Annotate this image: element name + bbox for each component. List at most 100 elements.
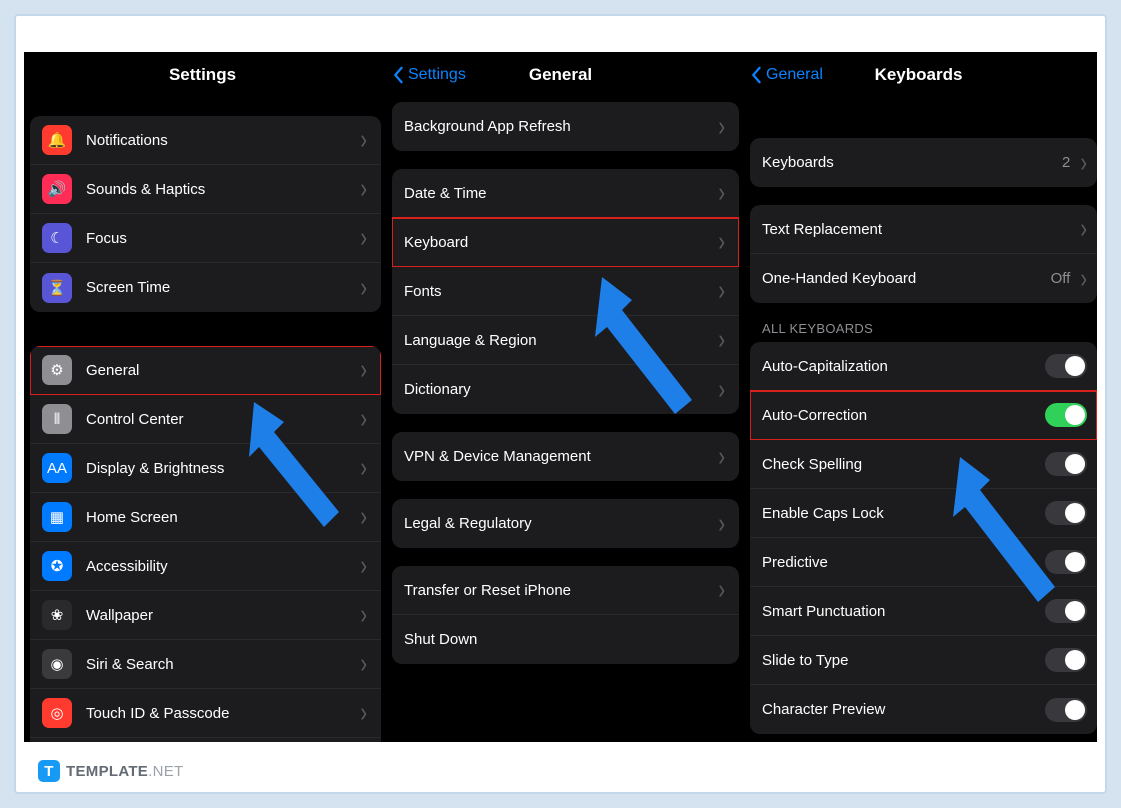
panels-container: Settings 🔔Notifications›🔊Sounds & Haptic… [24, 52, 1097, 742]
toggle-row: Enable Caps Lock [750, 489, 1097, 538]
chevron-right-icon: › [360, 224, 367, 252]
settings-row[interactable]: ◉Siri & Search› [30, 640, 381, 689]
settings-row[interactable]: Text Replacement› [750, 205, 1097, 254]
settings-row[interactable]: Dictionary› [392, 365, 739, 414]
toggle-knob [1065, 650, 1085, 670]
row-label: General [86, 362, 360, 379]
row-label: Legal & Regulatory [404, 515, 718, 532]
row-label: Text Replacement [762, 221, 1080, 238]
gear-icon: ⚙ [42, 355, 72, 385]
settings-row[interactable]: ▦Home Screen› [30, 493, 381, 542]
moon-icon: ☾ [42, 223, 72, 253]
settings-row[interactable]: SOSEmergency SOS› [30, 738, 381, 742]
row-label: One-Handed Keyboard [762, 270, 1051, 287]
general-group-0: Background App Refresh› [392, 102, 739, 151]
settings-row[interactable]: Keyboard› [392, 218, 739, 267]
settings-row[interactable]: Keyboards2› [750, 138, 1097, 187]
settings-row[interactable]: ⫴Control Center› [30, 395, 381, 444]
toggle-switch[interactable] [1045, 698, 1087, 722]
chevron-right-icon: › [360, 175, 367, 203]
row-label: Display & Brightness [86, 460, 360, 477]
settings-row[interactable]: 🔔Notifications› [30, 116, 381, 165]
back-to-general[interactable]: General [750, 66, 823, 84]
settings-row[interactable]: ✪Accessibility› [30, 542, 381, 591]
chevron-right-icon: › [718, 376, 725, 404]
row-label: Smart Punctuation [762, 603, 1045, 620]
row-label: Slide to Type [762, 652, 1045, 669]
chevron-right-icon: › [360, 126, 367, 154]
chevron-right-icon: › [718, 443, 725, 471]
settings-row[interactable]: Background App Refresh› [392, 102, 739, 151]
chevron-right-icon: › [360, 699, 367, 727]
chevron-right-icon: › [360, 405, 367, 433]
watermark: T TEMPLATE.NET [38, 760, 184, 782]
toggle-switch[interactable] [1045, 599, 1087, 623]
settings-row[interactable]: ◎Touch ID & Passcode› [30, 689, 381, 738]
chevron-right-icon: › [718, 228, 725, 256]
toggle-row: Predictive [750, 538, 1097, 587]
row-label: Focus [86, 230, 360, 247]
toggle-knob [1065, 356, 1085, 376]
chevron-right-icon: › [718, 510, 725, 538]
toggle-knob [1065, 454, 1085, 474]
chevron-right-icon: › [360, 274, 367, 302]
back-to-settings[interactable]: Settings [392, 66, 466, 84]
chevron-right-icon: › [1080, 265, 1087, 293]
settings-row[interactable]: Shut Down [392, 615, 739, 664]
row-label: Background App Refresh [404, 118, 718, 135]
general-group-1: Date & Time›Keyboard›Fonts›Language & Re… [392, 169, 739, 414]
toggle-switch[interactable] [1045, 452, 1087, 476]
settings-row[interactable]: Fonts› [392, 267, 739, 316]
settings-title: Settings [24, 65, 381, 85]
chevron-right-icon: › [360, 552, 367, 580]
chevron-right-icon: › [360, 454, 367, 482]
settings-row[interactable]: ⏳Screen Time› [30, 263, 381, 312]
settings-row[interactable]: VPN & Device Management› [392, 432, 739, 481]
row-value: Off [1051, 270, 1071, 287]
settings-row[interactable]: Transfer or Reset iPhone› [392, 566, 739, 615]
section-all-keyboards: ALL KEYBOARDS [740, 303, 1097, 342]
row-value: 2 [1062, 154, 1070, 171]
row-label: Auto-Correction [762, 407, 1045, 424]
chevron-right-icon: › [360, 650, 367, 678]
toggle-row: Auto-Correction [750, 391, 1097, 440]
settings-header: Settings [24, 52, 381, 98]
row-label: Wallpaper [86, 607, 360, 624]
settings-row[interactable]: ⚙ General› [30, 346, 381, 395]
row-label: Date & Time [404, 185, 718, 202]
row-label: VPN & Device Management [404, 448, 718, 465]
settings-row[interactable]: 🔊Sounds & Haptics› [30, 165, 381, 214]
row-label: Dictionary [404, 381, 718, 398]
settings-row[interactable]: ☾ Focus› [30, 214, 381, 263]
settings-panel: Settings 🔔Notifications›🔊Sounds & Haptic… [24, 52, 381, 742]
speaker-icon: 🔊 [42, 174, 72, 204]
settings-group-2: ⚙General›⫴Control Center›AADisplay & Bri… [30, 346, 381, 742]
chevron-right-icon: › [718, 326, 725, 354]
chevron-right-icon: › [1080, 215, 1087, 243]
toggle-switch[interactable] [1045, 501, 1087, 525]
settings-row[interactable]: Legal & Regulatory› [392, 499, 739, 548]
keyboards-group-2: Text Replacement›One-Handed KeyboardOff› [750, 205, 1097, 303]
back-label: Settings [408, 66, 466, 84]
settings-row[interactable]: Language & Region› [392, 316, 739, 365]
chevron-right-icon: › [718, 113, 725, 141]
watermark-text: TEMPLATE [66, 763, 148, 780]
toggle-switch[interactable] [1045, 550, 1087, 574]
toggle-switch[interactable] [1045, 354, 1087, 378]
toggle-row: Auto-Capitalization [750, 342, 1097, 391]
settings-row[interactable]: ❀Wallpaper› [30, 591, 381, 640]
toggle-switch[interactable] [1045, 648, 1087, 672]
toggle-knob [1065, 405, 1085, 425]
toggle-switch[interactable] [1045, 403, 1087, 427]
settings-row[interactable]: AADisplay & Brightness› [30, 444, 381, 493]
settings-row[interactable]: One-Handed KeyboardOff › [750, 254, 1097, 303]
toggle-knob [1065, 601, 1085, 621]
chevron-right-icon: › [360, 356, 367, 384]
settings-row[interactable]: Date & Time› [392, 169, 739, 218]
toggle-row: Slide to Type [750, 636, 1097, 685]
template-logo-icon: T [38, 760, 60, 782]
toggle-knob [1065, 503, 1085, 523]
keyboards-toggles: Auto-CapitalizationAuto-CorrectionCheck … [750, 342, 1097, 734]
row-label: Touch ID & Passcode [86, 705, 360, 722]
keyboards-panel: General Keyboards Keyboards2› Text Repla… [739, 52, 1097, 742]
